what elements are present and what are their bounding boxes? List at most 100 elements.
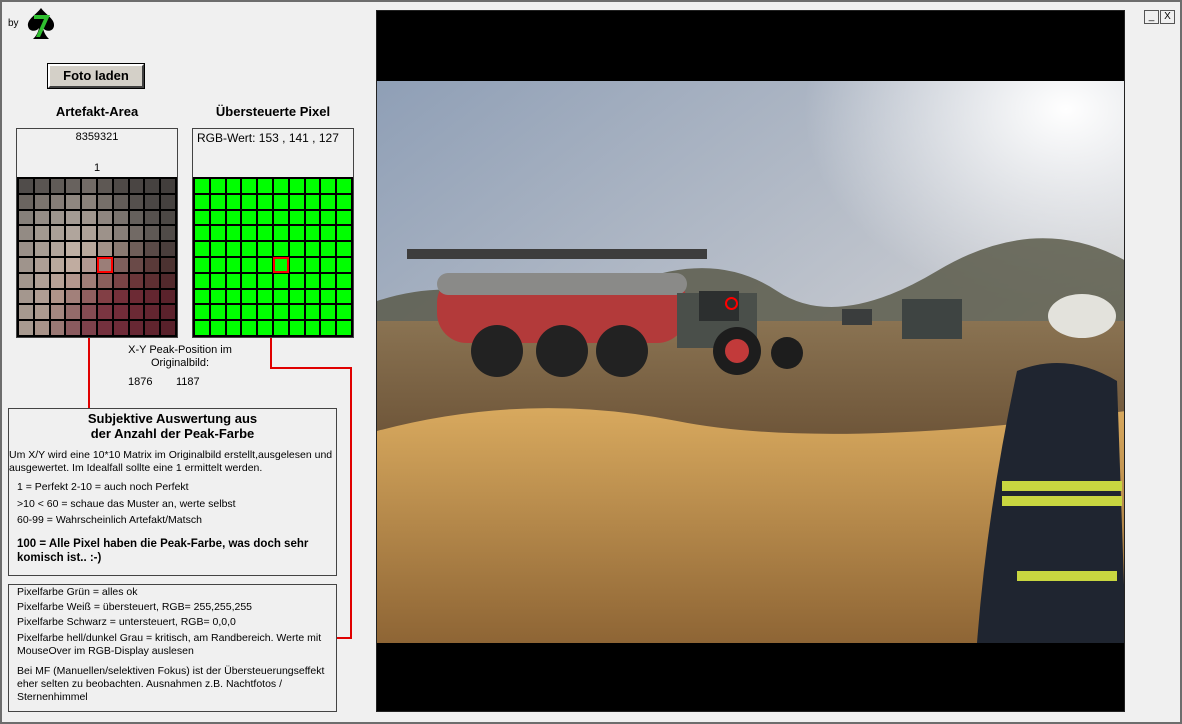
overexposed-cell[interactable] — [258, 242, 272, 256]
overexposed-cell[interactable] — [195, 210, 209, 225]
artifact-cell[interactable] — [98, 289, 112, 304]
overexposed-cell[interactable] — [226, 305, 241, 320]
overexposed-cell[interactable] — [242, 289, 257, 304]
overexposed-cell[interactable] — [195, 321, 209, 335]
overexposed-cell[interactable] — [195, 194, 209, 209]
overexposed-cell[interactable] — [258, 321, 272, 335]
artifact-cell[interactable] — [113, 289, 128, 304]
artifact-cell[interactable] — [129, 194, 144, 209]
artifact-cell[interactable] — [113, 321, 128, 335]
artifact-cell[interactable] — [161, 289, 175, 304]
artifact-cell[interactable] — [66, 210, 81, 225]
artifact-cell[interactable] — [82, 194, 96, 209]
overexposed-cell[interactable] — [210, 242, 225, 256]
overexposed-cell[interactable] — [195, 242, 209, 256]
artifact-cell[interactable] — [82, 273, 96, 288]
overexposed-cell[interactable] — [258, 273, 272, 288]
artifact-cell[interactable] — [19, 273, 33, 288]
overexposed-cell[interactable] — [210, 273, 225, 288]
artifact-cell[interactable] — [145, 289, 160, 304]
overexposed-cell[interactable] — [242, 258, 257, 272]
artifact-cell[interactable] — [145, 194, 160, 209]
artifact-cell[interactable] — [19, 242, 33, 256]
artifact-cell[interactable] — [145, 210, 160, 225]
artifact-cell[interactable] — [82, 242, 96, 256]
overexposed-cell[interactable] — [242, 321, 257, 335]
artifact-cell[interactable] — [145, 273, 160, 288]
artifact-cell[interactable] — [161, 179, 175, 193]
overexposed-cell[interactable] — [289, 226, 304, 241]
overexposed-cell[interactable] — [274, 210, 288, 225]
overexposed-cell[interactable] — [289, 273, 304, 288]
artifact-cell[interactable] — [66, 179, 81, 193]
overexposed-cell[interactable] — [337, 242, 351, 256]
overexposed-cell[interactable] — [274, 226, 288, 241]
overexposed-cell[interactable] — [195, 289, 209, 304]
overexposed-cell[interactable] — [242, 194, 257, 209]
overexposed-cell[interactable] — [274, 289, 288, 304]
overexposed-cell[interactable] — [210, 226, 225, 241]
overexposed-cell[interactable] — [242, 179, 257, 193]
artifact-cell[interactable] — [98, 210, 112, 225]
artifact-cell[interactable] — [98, 273, 112, 288]
artifact-cell[interactable] — [19, 305, 33, 320]
overexposed-cell[interactable] — [305, 305, 320, 320]
overexposed-cell[interactable] — [305, 321, 320, 335]
overexposed-cell[interactable] — [273, 257, 289, 273]
overexposed-cell[interactable] — [321, 226, 336, 241]
artifact-cell[interactable] — [129, 226, 144, 241]
overexposed-cell[interactable] — [258, 226, 272, 241]
minimize-icon[interactable]: _ — [1144, 10, 1159, 24]
overexposed-cell[interactable] — [289, 179, 304, 193]
overexposed-cell[interactable] — [195, 179, 209, 193]
overexposed-cell[interactable] — [210, 210, 225, 225]
artifact-cell[interactable] — [34, 273, 49, 288]
overexposed-cell[interactable] — [337, 179, 351, 193]
artifact-cell[interactable] — [161, 210, 175, 225]
overexposed-cell[interactable] — [226, 242, 241, 256]
overexposed-cell[interactable] — [210, 179, 225, 193]
artifact-cell[interactable] — [34, 305, 49, 320]
overexposed-cell[interactable] — [226, 289, 241, 304]
artifact-cell[interactable] — [98, 226, 112, 241]
overexposed-cell[interactable] — [289, 210, 304, 225]
overexposed-cell[interactable] — [210, 194, 225, 209]
artifact-cell[interactable] — [19, 194, 33, 209]
overexposed-cell[interactable] — [226, 210, 241, 225]
overexposed-cell[interactable] — [258, 258, 272, 272]
overexposed-cell[interactable] — [226, 179, 241, 193]
overexposed-cell[interactable] — [305, 179, 320, 193]
overexposed-cell[interactable] — [195, 273, 209, 288]
overexposed-cell[interactable] — [274, 305, 288, 320]
overexposed-cell[interactable] — [305, 273, 320, 288]
artifact-cell[interactable] — [98, 179, 112, 193]
artifact-cell[interactable] — [129, 321, 144, 335]
overexposed-cell[interactable] — [337, 289, 351, 304]
artifact-cell[interactable] — [50, 273, 65, 288]
artifact-cell[interactable] — [113, 226, 128, 241]
artifact-cell[interactable] — [113, 305, 128, 320]
artifact-cell[interactable] — [66, 242, 81, 256]
artifact-cell[interactable] — [66, 305, 81, 320]
artifact-cell[interactable] — [50, 179, 65, 193]
artifact-cell[interactable] — [50, 210, 65, 225]
artifact-cell[interactable] — [129, 258, 144, 272]
artifact-cell[interactable] — [129, 242, 144, 256]
artifact-cell[interactable] — [34, 210, 49, 225]
artifact-cell[interactable] — [161, 321, 175, 335]
artifact-cell[interactable] — [145, 242, 160, 256]
artifact-cell[interactable] — [98, 194, 112, 209]
overexposed-cell[interactable] — [337, 210, 351, 225]
photo-display[interactable] — [376, 10, 1125, 712]
artifact-cell[interactable] — [50, 321, 65, 335]
close-icon[interactable]: X — [1160, 10, 1175, 24]
overexposed-cell[interactable] — [226, 226, 241, 241]
artifact-cell[interactable] — [129, 179, 144, 193]
artifact-cell[interactable] — [66, 258, 81, 272]
overexposed-cell[interactable] — [226, 258, 241, 272]
overexposed-cell[interactable] — [289, 258, 304, 272]
artifact-cell[interactable] — [113, 210, 128, 225]
overexposed-cell[interactable] — [242, 305, 257, 320]
artifact-cell[interactable] — [34, 179, 49, 193]
artifact-cell[interactable] — [161, 273, 175, 288]
